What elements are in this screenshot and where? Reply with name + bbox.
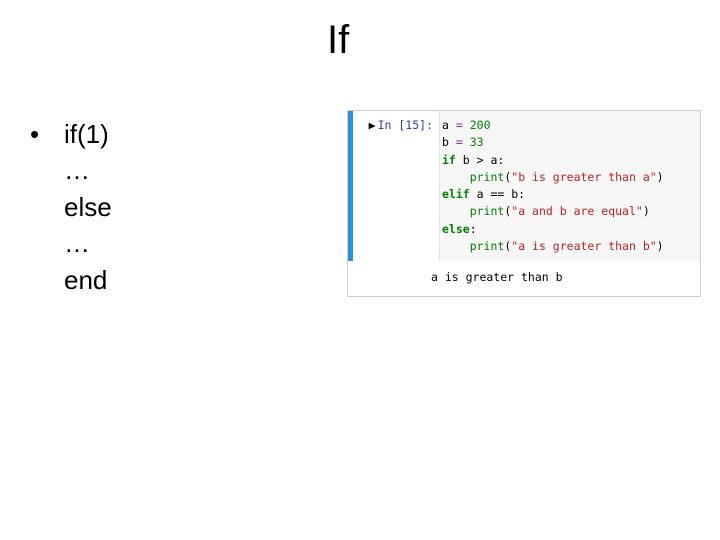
code-token: ) (657, 239, 664, 253)
bullet-line: if(1) (64, 116, 112, 152)
code-token: = (449, 118, 470, 132)
code-token: elif (442, 187, 470, 201)
code-token: : (470, 222, 477, 236)
output-gutter (348, 261, 429, 296)
bullet-list: • if(1) … else … end (30, 116, 112, 298)
slide-title: If (327, 18, 349, 63)
code-token: "a and b are equal" (511, 204, 643, 218)
code-token: print (470, 239, 505, 253)
notebook-input-row: ▶In [15]: a = 200 b = 33 if b > a: print… (348, 111, 700, 261)
code-token (442, 239, 470, 253)
execution-prompt: ▶In [15]: (353, 111, 439, 261)
bullet-line: … (64, 152, 112, 188)
bullet-line: … (64, 225, 112, 261)
code-token: "a is greater than b" (511, 239, 656, 253)
bullet-text: if(1) … else … end (64, 116, 112, 298)
code-editor: a = 200 b = 33 if b > a: print("b is gre… (439, 111, 700, 261)
code-token: b (442, 135, 449, 149)
code-token: = (449, 135, 470, 149)
code-token: b > a: (456, 153, 504, 167)
code-token: 33 (470, 135, 484, 149)
code-token: ) (657, 170, 664, 184)
code-token: 200 (470, 118, 491, 132)
code-token: if (442, 153, 456, 167)
bullet-marker: • (30, 116, 64, 298)
code-token: "b is greater than a" (511, 170, 656, 184)
code-token: a (442, 118, 449, 132)
slide: If • if(1) … else … end ▶In [15]: a = 20… (0, 0, 720, 540)
bullet-line: else (64, 189, 112, 225)
cell-output: a is greater than b (429, 261, 700, 296)
run-icon: ▶ (369, 118, 376, 132)
bullet-line: end (64, 262, 112, 298)
code-token: print (470, 204, 505, 218)
code-token (442, 204, 470, 218)
notebook-cell: ▶In [15]: a = 200 b = 33 if b > a: print… (347, 110, 701, 297)
code-token: else (442, 222, 470, 236)
notebook-output-row: a is greater than b (348, 261, 700, 296)
code-token: ) (643, 204, 650, 218)
code-token: a == b: (470, 187, 525, 201)
code-token (442, 170, 470, 184)
prompt-label: In [15]: (378, 118, 433, 132)
code-token: print (470, 170, 505, 184)
